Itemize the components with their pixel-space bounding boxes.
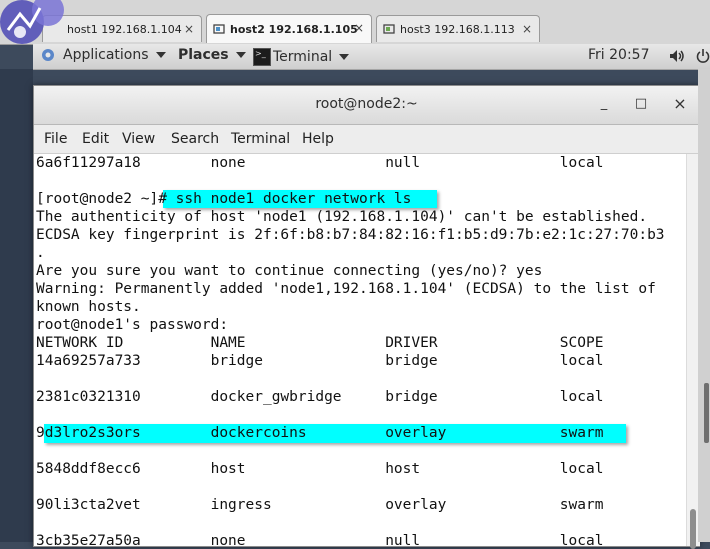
menu-search[interactable]: Search <box>171 131 219 147</box>
terminal-app-label: Terminal <box>273 48 333 65</box>
terminal-line: . <box>36 245 45 261</box>
menu-view[interactable]: View <box>122 131 155 147</box>
close-icon[interactable]: × <box>354 21 364 35</box>
places-menu[interactable]: Places <box>178 47 246 63</box>
gnome-top-bar: Applications Places >_ Terminal Fri 20:5… <box>33 44 710 70</box>
terminal-line: ECDSA key fingerprint is 2f:6f:b8:b7:84:… <box>36 227 665 243</box>
minimize-button[interactable]: _ <box>594 94 614 114</box>
maximize-button[interactable]: □ <box>631 94 651 114</box>
close-icon[interactable]: × <box>522 22 532 36</box>
menu-help[interactable]: Help <box>302 131 334 147</box>
host-scrollbar[interactable] <box>698 69 710 542</box>
terminal-line: 5848ddf8ecc6 host host local <box>36 461 604 477</box>
applications-label: Applications <box>63 47 149 63</box>
vm-tab-label: host1 192.168.1.104 <box>67 22 182 36</box>
terminal-line: Are you sure you want to continue connec… <box>36 263 543 279</box>
desktop-background <box>0 69 33 542</box>
chevron-down-icon <box>155 52 166 58</box>
chevron-down-icon <box>235 52 246 58</box>
terminal-app-icon: >_ <box>253 47 271 66</box>
terminal-line: known hosts. <box>36 299 141 315</box>
vm-tab-label: host2 192.168.1.105 <box>230 22 358 36</box>
window-titlebar[interactable]: root@node2:~ _ □ × <box>34 86 699 125</box>
places-label: Places <box>178 47 229 63</box>
terminal-line: root@node1's password: <box>36 317 229 333</box>
volume-icon[interactable] <box>669 49 685 63</box>
menu-bar: File Edit View Search Terminal Help <box>34 125 699 154</box>
close-button[interactable]: × <box>670 94 690 114</box>
terminal-line: 14a69257a733 bridge bridge local <box>36 353 604 369</box>
applications-menu[interactable]: Applications <box>41 47 166 63</box>
scrollbar-thumb[interactable] <box>704 383 709 443</box>
menu-terminal[interactable]: Terminal <box>231 131 290 147</box>
vm-tab-bar: host1 192.168.1.104 × host2 192.168.1.10… <box>0 0 710 45</box>
terminal-window: root@node2:~ _ □ × File Edit View Search… <box>33 85 700 549</box>
terminal-app-menu[interactable]: >_ Terminal <box>253 44 350 69</box>
terminal-line: NETWORK ID NAME DRIVER SCOPE <box>36 335 604 351</box>
vm-tab-host3[interactable]: host3 192.168.1.113 × <box>376 15 540 42</box>
terminal-line: Warning: Permanently added 'node1,192.16… <box>36 281 656 297</box>
terminal-line: 3cb35e27a50a none null local <box>36 533 604 546</box>
vm-tab-host2[interactable]: host2 192.168.1.105 × <box>206 14 372 43</box>
close-icon[interactable]: × <box>184 22 194 36</box>
menu-file[interactable]: File <box>44 131 67 147</box>
scrollbar-thumb[interactable] <box>690 509 696 549</box>
applications-icon <box>42 49 54 61</box>
vm-tab-icon <box>213 24 225 34</box>
vm-tab-icon <box>383 24 395 34</box>
terminal-line: 90li3cta2vet ingress overlay swarm <box>36 497 604 513</box>
vm-tab-label: host3 192.168.1.113 <box>400 22 515 36</box>
power-icon[interactable] <box>696 49 710 63</box>
chevron-down-icon <box>339 53 350 60</box>
terminal-line: 6a6f11297a18 none null local <box>36 155 604 171</box>
terminal-line: [root@node2 ~]# ssh node1 docker network… <box>36 191 412 207</box>
menu-edit[interactable]: Edit <box>82 131 109 147</box>
clock[interactable]: Fri 20:57 <box>588 47 649 63</box>
terminal-line: 2381c0321310 docker_gwbridge bridge loca… <box>36 389 604 405</box>
terminal-line: The authenticity of host 'node1 (192.168… <box>36 209 648 225</box>
terminal-line: 9d3lro2s3ors dockercoins overlay swarm <box>36 425 604 441</box>
terminal-output[interactable]: 6a6f11297a18 none null local [root@node2… <box>34 154 686 546</box>
